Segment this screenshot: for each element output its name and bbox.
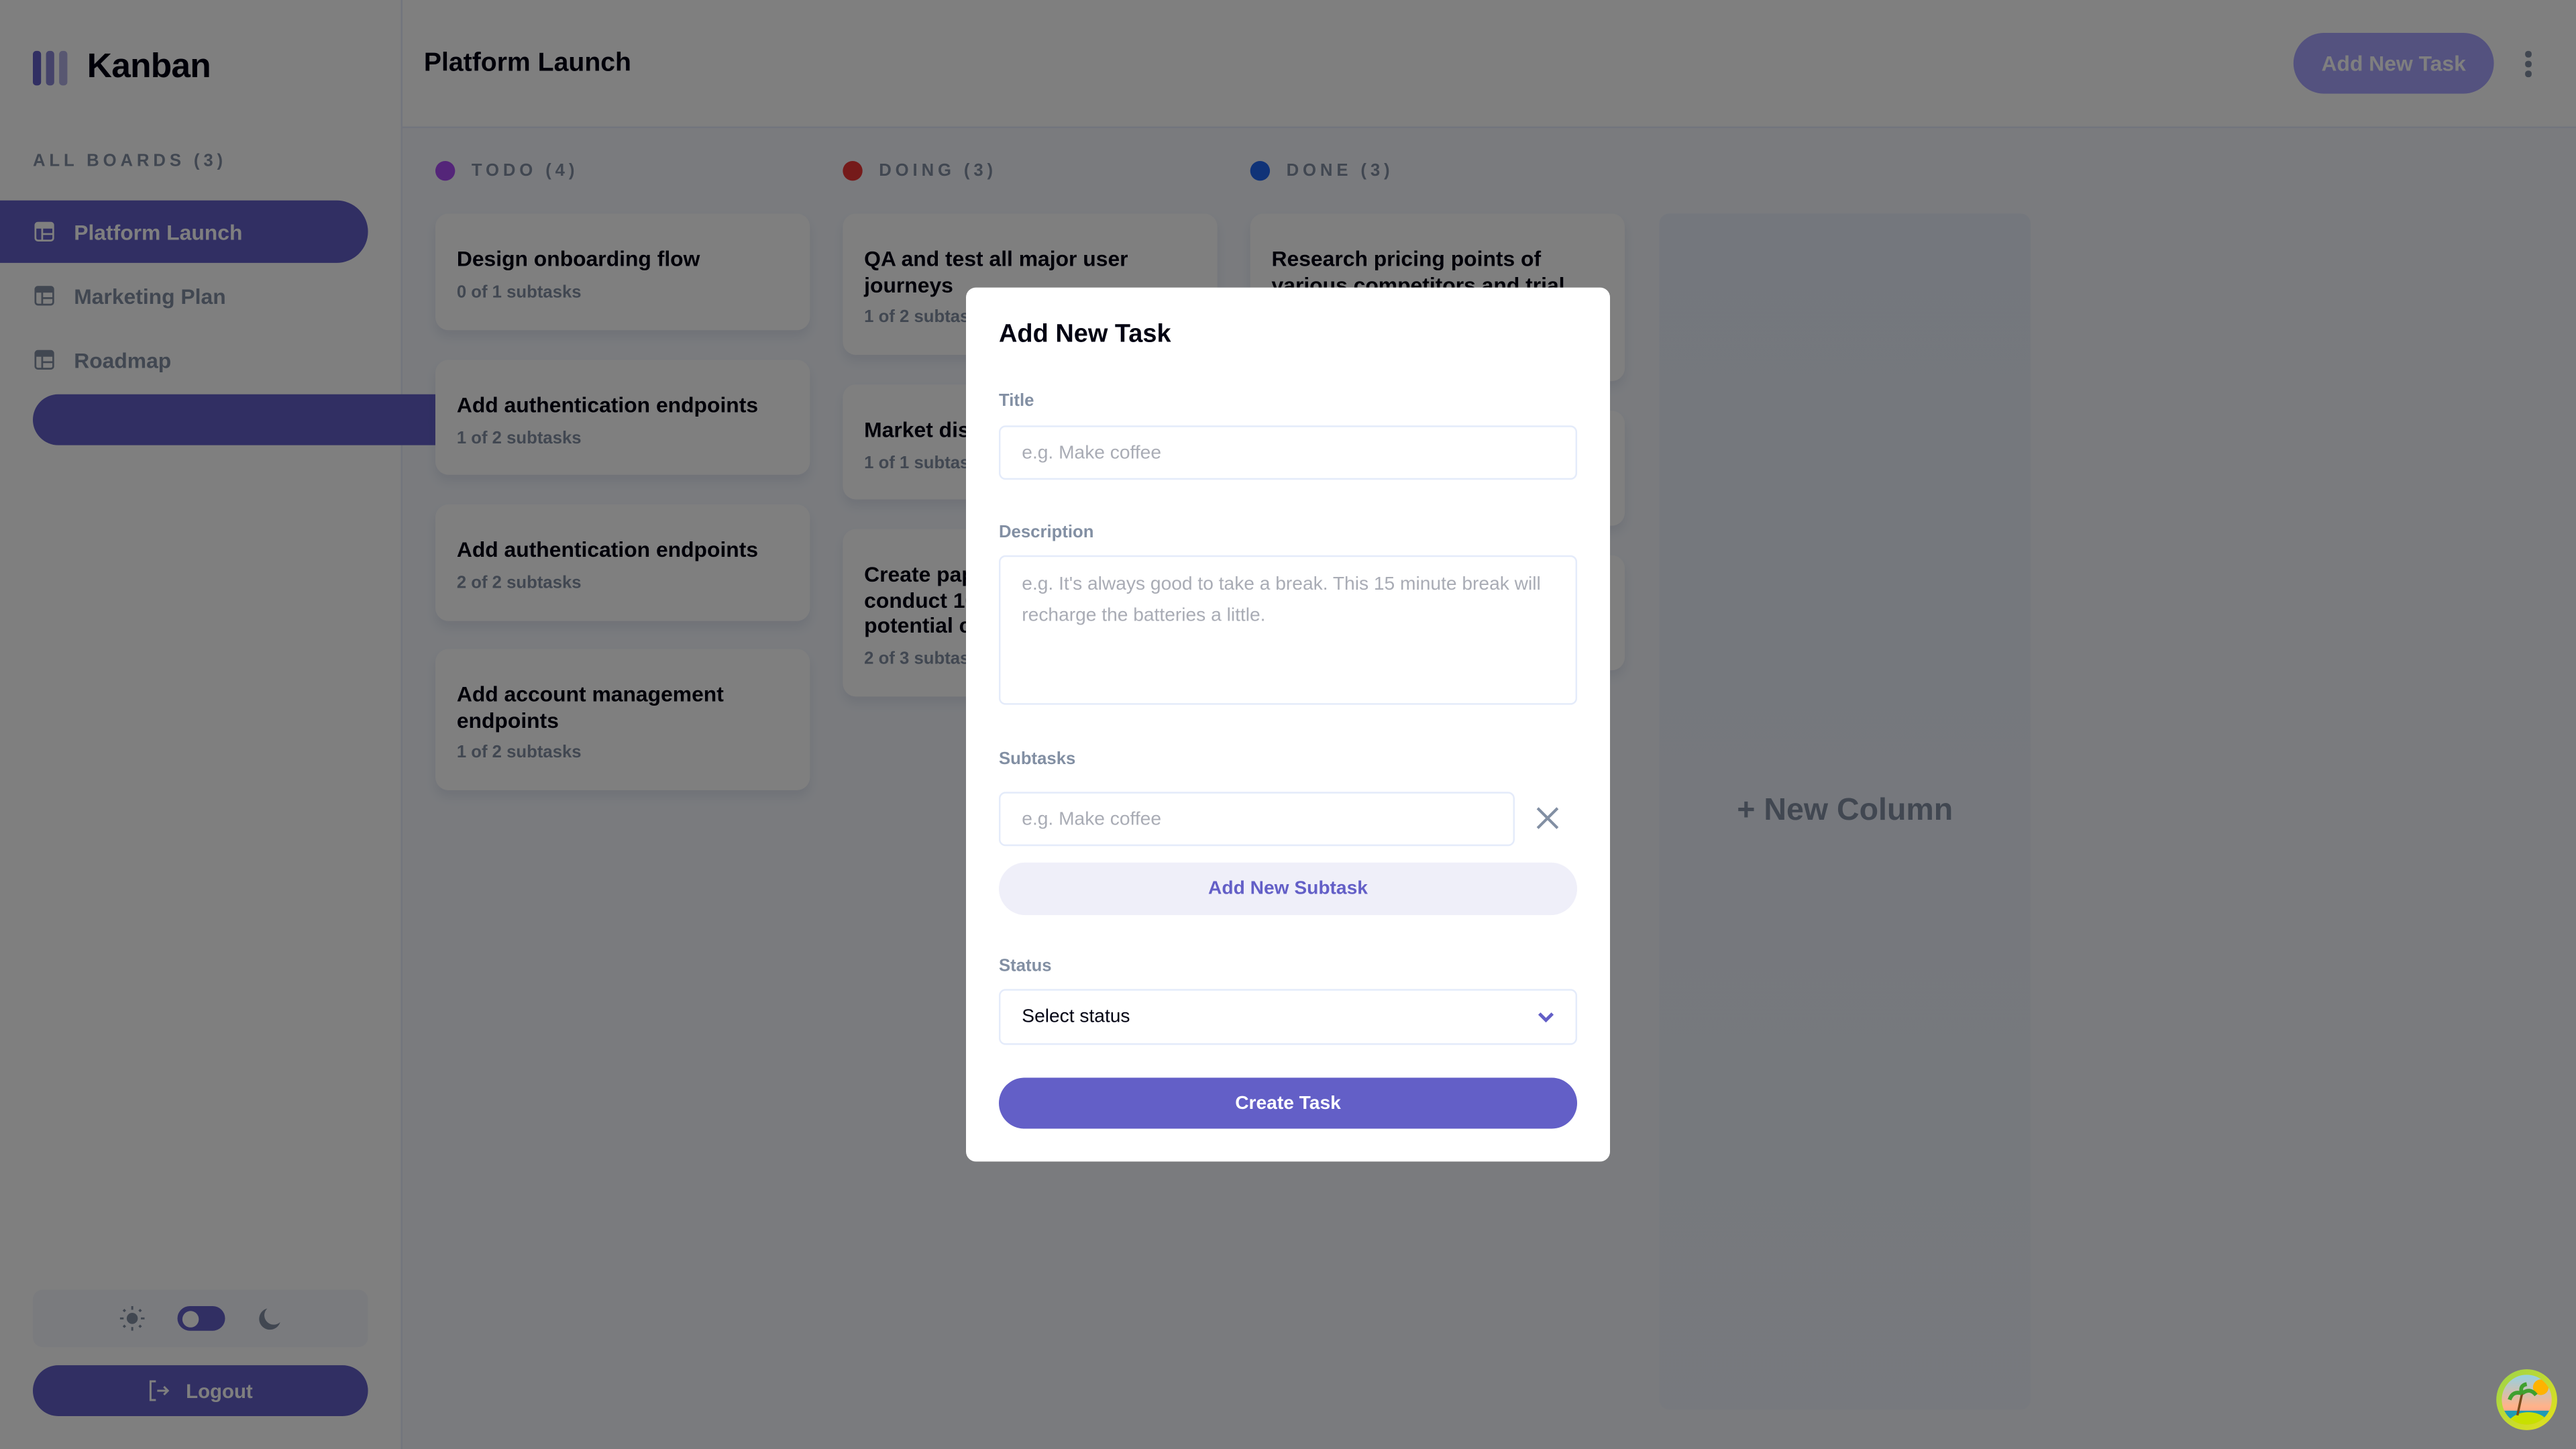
user-avatar[interactable] — [2496, 1368, 2558, 1431]
title-input[interactable] — [998, 425, 1578, 480]
app-root: Kanban ALL BOARDS (3) Platform Launch Ma… — [0, 0, 2576, 1449]
remove-subtask-icon[interactable] — [1536, 806, 1559, 829]
create-task-button[interactable]: Create Task — [998, 1077, 1578, 1129]
subtask-input[interactable] — [998, 792, 1515, 847]
subtasks-label: Subtasks — [998, 749, 1076, 769]
status-value: Select status — [1022, 1007, 1130, 1027]
description-textarea[interactable] — [998, 555, 1578, 705]
add-new-subtask-button[interactable]: Add New Subtask — [998, 862, 1578, 916]
status-label: Status — [998, 956, 1052, 976]
title-label: Title — [998, 390, 1034, 411]
description-label: Description — [998, 522, 1094, 543]
status-select[interactable]: Select status — [998, 989, 1578, 1045]
add-task-modal: Add New Task Title Description Subtasks … — [966, 287, 1611, 1162]
modal-title: Add New Task — [998, 320, 1171, 349]
chevron-down-icon — [1538, 1012, 1554, 1022]
